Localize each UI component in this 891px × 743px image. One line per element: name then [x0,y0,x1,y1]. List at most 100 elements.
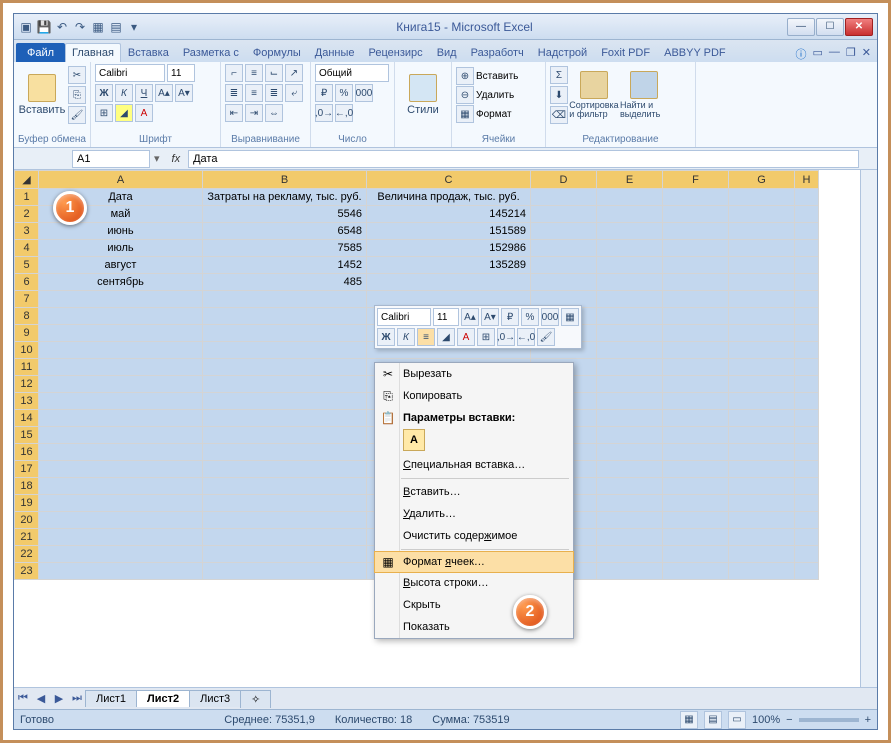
sheet-nav-first-icon[interactable]: ⏮ [14,692,32,705]
inc-decimal-icon[interactable]: ,0→ [315,104,333,122]
row-header[interactable]: 8 [15,308,39,325]
ctx-row-height[interactable]: Высота строки… [375,572,573,594]
sheet-tab[interactable]: Лист1 [85,690,137,707]
cell[interactable] [597,461,663,478]
format-painter-icon[interactable]: 🖌 [68,106,86,124]
row-header[interactable]: 11 [15,359,39,376]
tab-home[interactable]: Главная [65,43,121,62]
mini-font-size[interactable]: 11 [433,308,459,326]
cell[interactable]: 1452 [203,257,367,274]
cell[interactable] [203,308,367,325]
cell[interactable] [663,444,729,461]
cell[interactable] [597,444,663,461]
close-button[interactable]: ✕ [845,18,873,36]
col-header[interactable]: B [203,171,367,189]
indent-inc-icon[interactable]: ⇥ [245,104,263,122]
paste-button[interactable]: Вставить [18,64,66,126]
italic-button[interactable]: К [115,84,133,102]
cell[interactable] [39,529,203,546]
cell[interactable]: июль [39,240,203,257]
paste-option-button[interactable]: A [403,429,425,451]
cell[interactable]: Затраты на рекламу, тыс. руб. [203,189,367,206]
mini-comma-icon[interactable]: 000 [541,308,559,326]
cell[interactable] [795,291,819,308]
cell[interactable]: Величина продаж, тыс. руб. [367,189,531,206]
tab-insert[interactable]: Вставка [121,43,176,62]
cell[interactable] [597,495,663,512]
cell[interactable] [663,291,729,308]
cell[interactable]: 7585 [203,240,367,257]
tab-addins[interactable]: Надстрой [531,43,594,62]
cell[interactable]: 6548 [203,223,367,240]
cell[interactable]: июнь [39,223,203,240]
increase-font-icon[interactable]: A▴ [155,84,173,102]
cell[interactable] [795,325,819,342]
tab-review[interactable]: Рецензирс [362,43,430,62]
row-header[interactable]: 7 [15,291,39,308]
ctx-clear[interactable]: Очистить содержимое [375,525,573,547]
cell[interactable] [795,529,819,546]
cell[interactable] [203,444,367,461]
help-icon[interactable]: ⓘ [796,46,807,62]
cell[interactable] [39,376,203,393]
cells-insert-button[interactable]: ⊕Вставить [456,67,518,85]
font-name-select[interactable]: Calibri [95,64,165,82]
cell[interactable] [39,495,203,512]
mini-font-name[interactable]: Calibri [377,308,431,326]
doc-restore-icon[interactable]: ❐ [846,46,856,62]
row-header[interactable]: 3 [15,223,39,240]
cell[interactable] [597,393,663,410]
cell[interactable] [729,512,795,529]
tab-abbyy[interactable]: ABBYY PDF [657,43,733,62]
cell[interactable] [597,376,663,393]
cell[interactable] [597,512,663,529]
row-header[interactable]: 17 [15,461,39,478]
row-header[interactable]: 21 [15,529,39,546]
name-box-dropdown-icon[interactable]: ▾ [150,152,164,165]
cell[interactable]: 152986 [367,240,531,257]
cell[interactable] [203,342,367,359]
cell[interactable] [203,461,367,478]
cell[interactable] [597,563,663,580]
cell[interactable] [39,461,203,478]
cell[interactable]: 485 [203,274,367,291]
cell[interactable] [663,427,729,444]
cell[interactable] [203,563,367,580]
cell[interactable] [729,393,795,410]
align-top-icon[interactable]: ⌐ [225,64,243,82]
comma-icon[interactable]: 000 [355,84,373,102]
cell[interactable] [597,529,663,546]
cell[interactable] [729,376,795,393]
cell[interactable] [729,325,795,342]
view-normal-icon[interactable]: ▦ [680,711,698,729]
cell[interactable] [597,427,663,444]
cell[interactable] [729,478,795,495]
cell[interactable] [39,359,203,376]
cell[interactable] [663,410,729,427]
cell[interactable]: 135289 [367,257,531,274]
ctx-paste-special[interactable]: Специальная вставка… [375,454,573,476]
cell[interactable] [531,189,597,206]
cell[interactable]: 5546 [203,206,367,223]
row-header[interactable]: 20 [15,512,39,529]
cell[interactable] [203,512,367,529]
fx-icon[interactable]: fx [172,153,181,165]
maximize-button[interactable]: ☐ [816,18,844,36]
sheet-nav-next-icon[interactable]: ▶ [50,692,68,705]
qat-icon[interactable]: ▤ [108,19,124,35]
zoom-in-button[interactable]: + [865,714,871,726]
cell[interactable] [795,478,819,495]
cell[interactable] [729,563,795,580]
autosum-icon[interactable]: Σ [550,66,568,84]
zoom-level[interactable]: 100% [752,714,780,726]
doc-close-icon[interactable]: ✕ [862,46,871,62]
zoom-slider[interactable] [799,718,859,722]
cell[interactable]: сентябрь [39,274,203,291]
tab-developer[interactable]: Разработч [464,43,531,62]
indent-dec-icon[interactable]: ⇤ [225,104,243,122]
cell[interactable] [663,325,729,342]
cell[interactable] [597,291,663,308]
cell[interactable] [39,512,203,529]
cell[interactable] [597,342,663,359]
col-header[interactable]: C [367,171,531,189]
